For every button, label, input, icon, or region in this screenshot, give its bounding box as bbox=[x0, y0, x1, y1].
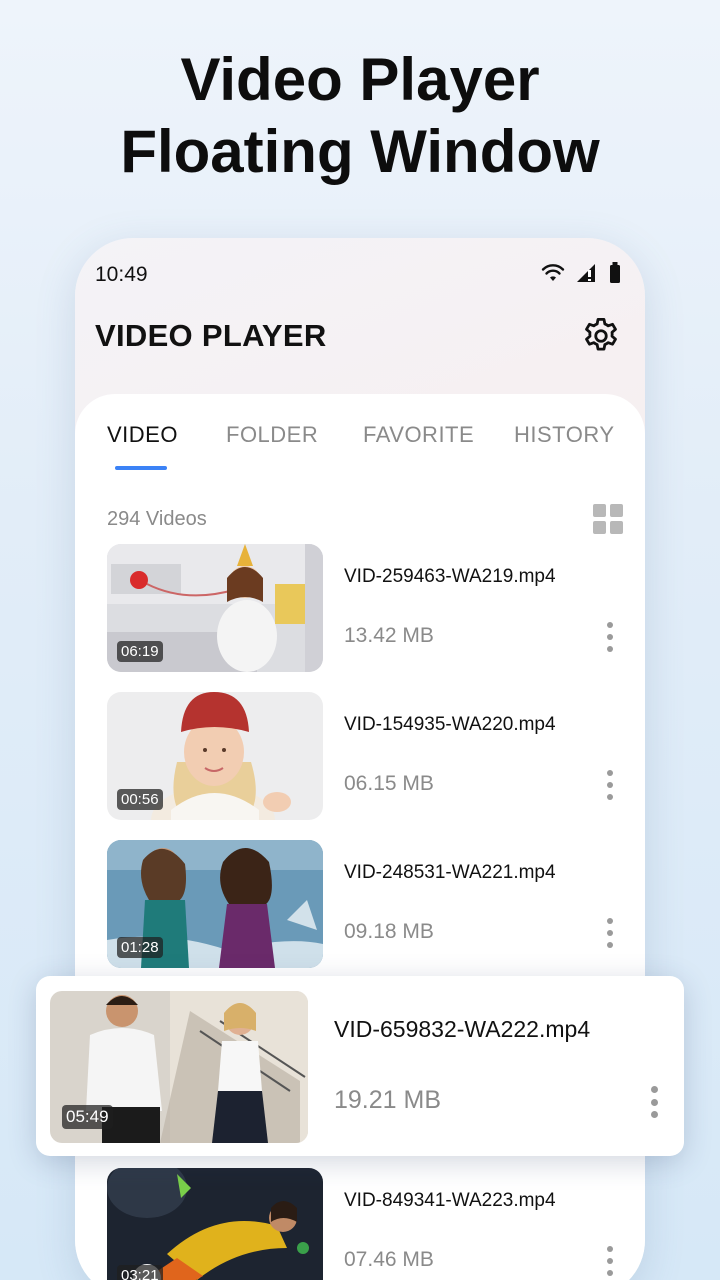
video-size: 09.18 MB bbox=[344, 920, 434, 943]
tab-favorite[interactable]: FAVORITE bbox=[363, 422, 474, 448]
video-name: VID-849341-WA223.mp4 bbox=[344, 1190, 556, 1211]
settings-gear-icon[interactable] bbox=[579, 314, 623, 358]
video-list-item[interactable]: 03:21 VID-849341-WA223.mp4 07.46 MB bbox=[107, 1168, 627, 1280]
tab-video[interactable]: VIDEO bbox=[107, 422, 178, 448]
app-title: VIDEO PLAYER bbox=[95, 318, 327, 353]
tab-bar: VIDEO FOLDER FAVORITE HISTORY bbox=[75, 422, 645, 472]
tab-folder[interactable]: FOLDER bbox=[226, 422, 318, 448]
signal-icon bbox=[575, 262, 599, 289]
more-vertical-icon[interactable] bbox=[649, 1086, 659, 1118]
more-vertical-icon[interactable] bbox=[605, 1246, 615, 1276]
video-thumbnail[interactable]: 01:28 bbox=[107, 840, 323, 968]
headline-line-2: Floating Window bbox=[120, 118, 600, 185]
promo-headline: Video Player Floating Window bbox=[0, 44, 720, 188]
app-header: VIDEO PLAYER bbox=[95, 314, 623, 358]
video-name: VID-154935-WA220.mp4 bbox=[344, 714, 556, 735]
video-thumbnail[interactable]: 06:19 bbox=[107, 544, 323, 672]
video-size: 06.15 MB bbox=[344, 772, 434, 795]
tab-history[interactable]: HISTORY bbox=[514, 422, 615, 448]
video-list-item[interactable]: 01:28 VID-248531-WA221.mp4 09.18 MB bbox=[107, 840, 627, 968]
more-vertical-icon[interactable] bbox=[605, 770, 615, 800]
active-tab-indicator bbox=[115, 466, 167, 470]
video-duration: 03:21 bbox=[117, 1265, 163, 1280]
video-size: 19.21 MB bbox=[334, 1086, 442, 1114]
headline-line-1: Video Player bbox=[180, 46, 540, 113]
video-thumbnail[interactable]: 00:56 bbox=[107, 692, 323, 820]
video-thumbnail[interactable]: 03:21 bbox=[107, 1168, 323, 1280]
video-count: 294 Videos bbox=[107, 507, 207, 530]
grid-view-icon[interactable] bbox=[593, 504, 623, 534]
video-size: 13.42 MB bbox=[344, 624, 434, 647]
more-vertical-icon[interactable] bbox=[605, 622, 615, 652]
video-thumbnail[interactable]: 05:49 bbox=[50, 991, 308, 1143]
video-duration: 05:49 bbox=[62, 1105, 113, 1129]
status-icons bbox=[541, 261, 621, 289]
status-time: 10:49 bbox=[95, 263, 148, 286]
video-count-row: 294 Videos bbox=[107, 504, 623, 534]
video-list-item[interactable]: 06:19 VID-259463-WA219.mp4 13.42 MB bbox=[107, 544, 627, 672]
video-name: VID-248531-WA221.mp4 bbox=[344, 862, 556, 883]
video-name: VID-659832-WA222.mp4 bbox=[334, 1016, 591, 1042]
video-duration: 06:19 bbox=[117, 641, 163, 662]
video-duration: 00:56 bbox=[117, 789, 163, 810]
status-bar: 10:49 bbox=[95, 261, 621, 289]
video-size: 07.46 MB bbox=[344, 1248, 434, 1271]
video-list-item[interactable]: 00:56 VID-154935-WA220.mp4 06.15 MB bbox=[107, 692, 627, 820]
video-name: VID-259463-WA219.mp4 bbox=[344, 566, 556, 587]
wifi-icon bbox=[541, 263, 565, 287]
video-duration: 01:28 bbox=[117, 937, 163, 958]
more-vertical-icon[interactable] bbox=[605, 918, 615, 948]
floating-video-card[interactable]: 05:49 VID-659832-WA222.mp4 19.21 MB bbox=[36, 976, 684, 1156]
battery-icon bbox=[609, 261, 621, 289]
